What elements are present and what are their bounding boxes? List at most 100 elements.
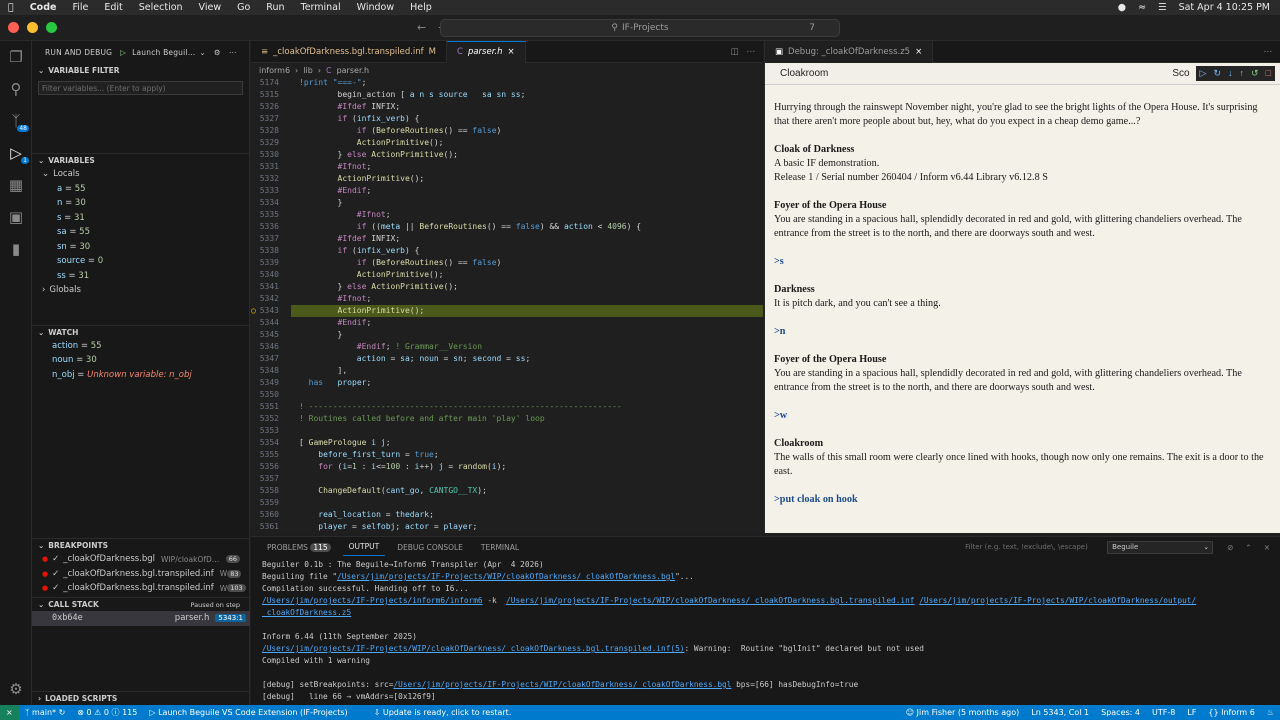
back-arrow-icon[interactable]: ← (417, 21, 426, 34)
remote-icon[interactable]: ⨯ (0, 705, 19, 720)
code-line[interactable]: } (299, 329, 343, 341)
git-blame[interactable]: ☺ Jim Fisher (5 months ago) (900, 708, 1025, 717)
clear-output-icon[interactable]: ⊘ (1227, 543, 1233, 552)
code-line[interactable]: #Ifdef INFIX; (299, 233, 401, 245)
line-number[interactable]: 5332 (251, 173, 279, 185)
close-panel-icon[interactable]: × (1264, 543, 1270, 552)
clock[interactable]: Sat Apr 4 10:25 PM (1179, 2, 1270, 13)
code-line[interactable]: if ((meta || BeforeRoutines() == false) … (299, 221, 641, 233)
start-debug-icon[interactable]: ▷ (120, 48, 126, 57)
code-line[interactable]: ], (299, 365, 348, 377)
step-into-icon[interactable]: ↓ (1228, 68, 1233, 79)
line-number[interactable]: 5342 (251, 293, 279, 305)
breadcrumb-item[interactable]: parser.h (337, 66, 370, 75)
code-line[interactable]: player = selfobj; actor = player; (299, 521, 477, 533)
tab-debug-game[interactable]: ▣ Debug: _cloakOfDarkness.z5 × (765, 40, 934, 63)
split-editor-icon[interactable]: ◫ (730, 47, 738, 57)
output-channel-select[interactable]: Beguile ⌄ (1107, 540, 1214, 554)
code-line[interactable]: real_location = thedark; (299, 509, 434, 521)
indentation[interactable]: Spaces: 4 (1095, 708, 1146, 717)
code-line[interactable]: #Ifnot; (299, 293, 372, 305)
loaded-scripts-section[interactable]: › LOADED SCRIPTS (32, 691, 250, 705)
line-number[interactable]: 5357 (251, 473, 279, 485)
menu-file[interactable]: File (64, 2, 96, 13)
line-number[interactable]: 5315 (251, 89, 279, 101)
tab-problems[interactable]: PROBLEMS 115 (261, 539, 337, 556)
line-number[interactable]: 5346 (251, 341, 279, 353)
tab-output[interactable]: OUTPUT (342, 538, 386, 556)
checkbox-icon[interactable]: ✓ (52, 583, 59, 593)
line-number[interactable]: 5341 (251, 281, 279, 293)
menu-view[interactable]: View (191, 2, 230, 13)
menu-go[interactable]: Go (229, 2, 258, 13)
line-number[interactable]: 5360 (251, 509, 279, 521)
encoding[interactable]: UTF-8 (1146, 708, 1181, 717)
breakpoint-row[interactable]: ● ✓ _cloakOfDarkness.bgl.transpiled.inf W 10… (32, 581, 250, 596)
close-window-icon[interactable] (8, 22, 19, 33)
line-number[interactable]: 5358 (251, 485, 279, 497)
line-number[interactable]: 5348 (251, 365, 279, 377)
line-number[interactable]: 5354 (251, 437, 279, 449)
output-line[interactable]: /Users/jim/projects/IF-Projects/inform6/… (262, 595, 1196, 607)
stack-frame[interactable]: 0xb64e parser.h 5343:1 (32, 611, 250, 626)
output-line[interactable]: Inform 6.44 (11th September 2025) (262, 631, 1196, 643)
problems-indicator[interactable]: ⊗ 0 ⚠ 0 ⓘ 115 (71, 707, 143, 718)
breakpoint-row[interactable]: ● ✓ _cloakOfDarkness.bgl WIP/cloakOfD… 66 (32, 552, 250, 567)
output-line[interactable]: [debug] setBreakpoints: src=/Users/jim/p… (262, 679, 1196, 691)
language-mode[interactable]: {} Inform 6 (1202, 708, 1260, 717)
line-number[interactable]: 5340 (251, 269, 279, 281)
code-line[interactable]: } else ActionPrimitive(); (299, 281, 458, 293)
watch-row[interactable]: n_obj = Unknown variable: n_obj (32, 368, 249, 383)
line-number[interactable]: 5355 (251, 449, 279, 461)
line-number[interactable]: 5347 (251, 353, 279, 365)
variable-row[interactable]: source = 0 (32, 254, 249, 269)
maximize-panel-icon[interactable]: ⌃ (1245, 543, 1251, 552)
tab-parser-h[interactable]: C parser.h × (447, 40, 526, 63)
output-line[interactable] (262, 667, 1196, 679)
watch-section[interactable]: ⌄ WATCH (32, 324, 249, 339)
line-number[interactable]: 5356 (251, 461, 279, 473)
line-number[interactable]: 5344 (251, 317, 279, 329)
code-line[interactable]: !print "===-"; (299, 77, 366, 89)
menu-run[interactable]: Run (258, 2, 292, 13)
code-line[interactable]: #Endif; ! Grammar__Version (299, 341, 482, 353)
notifications-icon[interactable]: ♨ (1261, 708, 1280, 717)
line-number[interactable]: 5330 (251, 149, 279, 161)
cursor-position[interactable]: Ln 5343, Col 1 (1025, 708, 1095, 717)
code-line[interactable]: before_first_turn = true; (299, 449, 438, 461)
line-number[interactable]: 5339 (251, 257, 279, 269)
line-number[interactable]: 5336 (251, 221, 279, 233)
continue-icon[interactable]: ▷ (1200, 68, 1207, 79)
wifi-icon[interactable]: ≈ (1138, 2, 1146, 13)
close-icon[interactable]: × (915, 47, 922, 57)
output-line[interactable]: Beguiler 0.1b : The Beguile→Inform6 Tran… (262, 559, 1196, 571)
line-number[interactable]: 5337 (251, 233, 279, 245)
breadcrumb-item[interactable]: inform6 (259, 66, 290, 75)
menu-help[interactable]: Help (402, 2, 440, 13)
code-line[interactable]: if (BeforeRoutines() == false) (299, 125, 502, 137)
output-line[interactable]: [debug] line 66 → vmAddrs=[0x126f9] (262, 691, 1196, 703)
locals-scope[interactable]: ⌄ Locals (32, 167, 249, 182)
code-line[interactable]: } else ActionPrimitive(); (299, 149, 458, 161)
launch-config-select[interactable]: Launch Beguil… (132, 48, 195, 57)
line-number[interactable]: 5349 (251, 377, 279, 389)
record-icon[interactable]: ● (1118, 2, 1126, 13)
more-icon[interactable]: ⋯ (1264, 47, 1273, 57)
watch-row[interactable]: action = 55 (32, 339, 249, 354)
code-line[interactable]: if (BeforeRoutines() == false) (299, 257, 502, 269)
line-number[interactable]: 5359 (251, 497, 279, 509)
variable-row[interactable]: sn = 30 (32, 240, 249, 255)
apple-icon[interactable]:  (0, 2, 22, 13)
chevron-down-icon[interactable]: ⌄ (199, 48, 205, 57)
close-icon[interactable]: × (508, 47, 515, 57)
line-number[interactable]: 5335 (251, 209, 279, 221)
tab-terminal[interactable]: TERMINAL (475, 539, 525, 556)
output-line[interactable]: Beguiling file "/Users/jim/projects/IF-P… (262, 571, 1196, 583)
step-over-icon[interactable]: ↻ (1213, 68, 1221, 79)
variable-row[interactable]: n = 30 (32, 196, 249, 211)
variable-row[interactable]: ss = 31 (32, 269, 249, 284)
variable-row[interactable]: s = 31 (32, 211, 249, 226)
line-number[interactable]: 5329 (251, 137, 279, 149)
code-line[interactable]: if (infix_verb) { (299, 245, 420, 257)
command-center-search[interactable]: ⚲ IF-Projects 7 (440, 19, 840, 37)
